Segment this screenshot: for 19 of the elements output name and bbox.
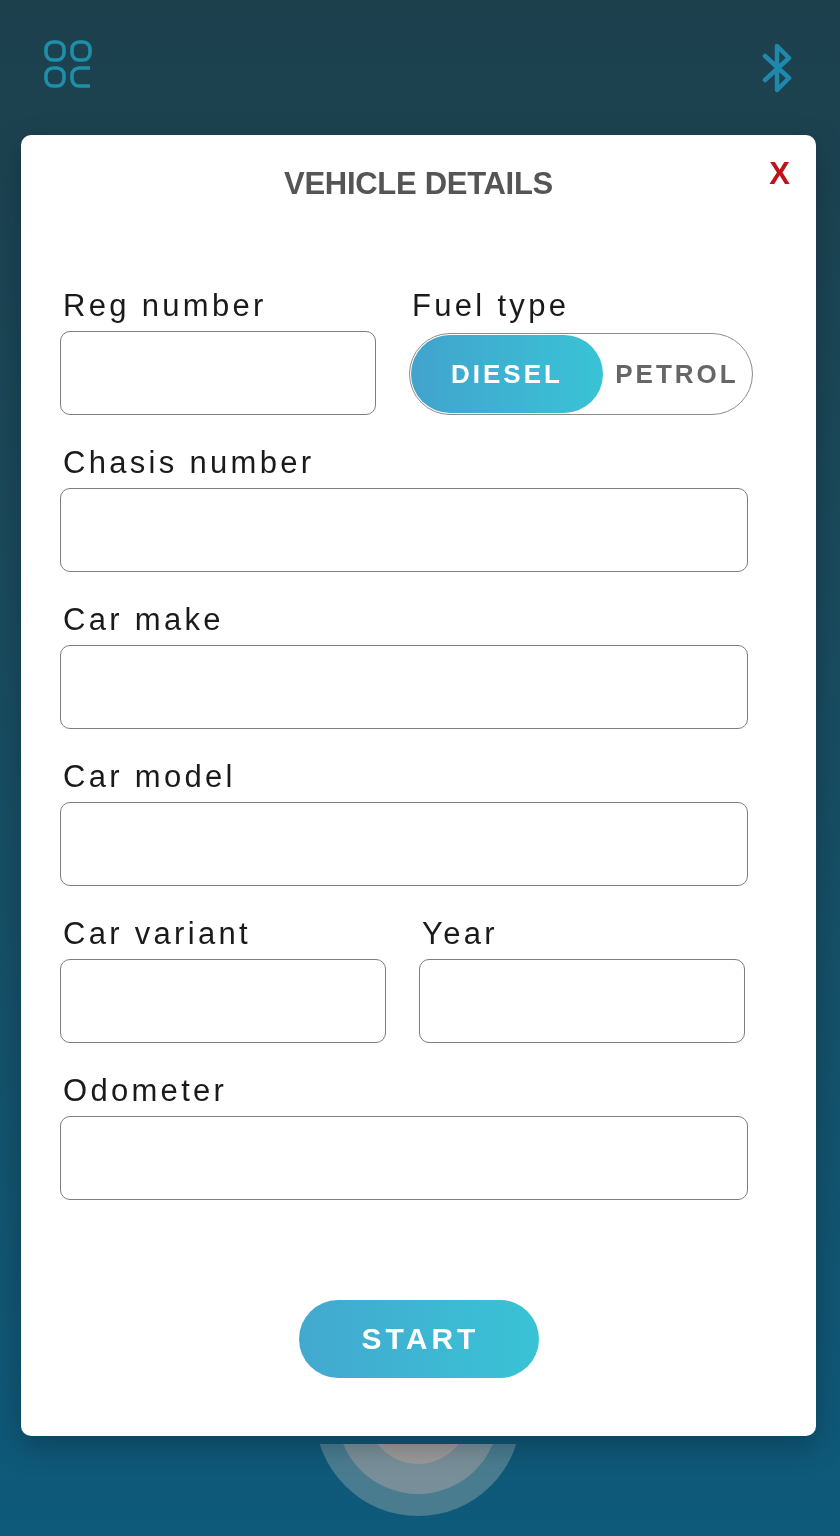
field-label: Car model	[63, 759, 236, 795]
input-field[interactable]	[60, 488, 748, 572]
field-label: Reg number	[63, 288, 267, 324]
input-field[interactable]	[60, 331, 376, 415]
field-label: Year	[422, 916, 498, 952]
field-label: Fuel type	[412, 288, 570, 324]
field-label: Chasis number	[63, 445, 315, 481]
modal-title: VEHICLE DETAILS	[284, 165, 553, 203]
input-field[interactable]	[60, 959, 386, 1043]
toggle-option[interactable]: PETROL	[603, 335, 751, 413]
field-label: Car make	[63, 602, 224, 638]
close-button[interactable]: X	[767, 156, 792, 192]
field-label: Odometer	[63, 1073, 228, 1109]
input-field[interactable]	[60, 645, 748, 729]
field-label: Car variant	[63, 916, 251, 952]
grid-menu-icon[interactable]	[44, 40, 92, 88]
input-field[interactable]	[60, 1116, 748, 1200]
input-field[interactable]	[60, 802, 748, 886]
input-field[interactable]	[419, 959, 745, 1043]
